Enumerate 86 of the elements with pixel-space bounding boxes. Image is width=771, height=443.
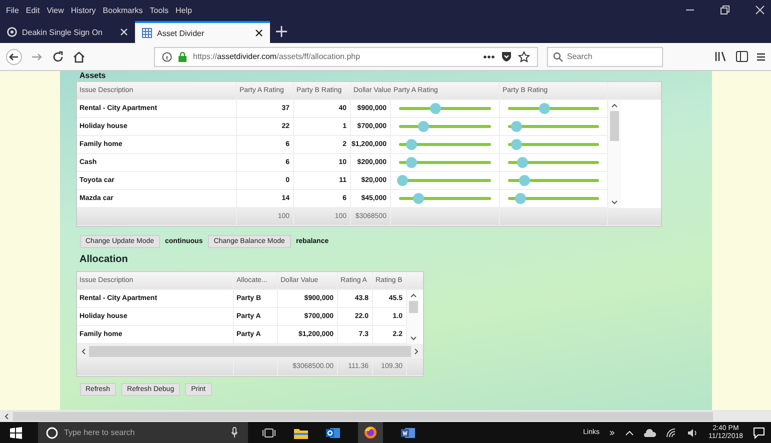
slider-thumb[interactable] bbox=[412, 193, 424, 204]
task-view-icon[interactable] bbox=[262, 428, 276, 438]
scroll-down-icon[interactable] bbox=[610, 200, 618, 205]
scroll-thumb[interactable] bbox=[610, 111, 618, 141]
slider-thumb[interactable] bbox=[539, 103, 550, 114]
restore-icon[interactable] bbox=[720, 5, 730, 15]
slider-thumb[interactable] bbox=[511, 139, 522, 150]
menu-item[interactable]: History bbox=[70, 6, 96, 14]
info-icon[interactable] bbox=[162, 52, 172, 62]
slider-thumb[interactable] bbox=[518, 175, 530, 186]
cloud-icon[interactable] bbox=[644, 428, 656, 436]
slider-thumb[interactable] bbox=[406, 157, 417, 168]
menu-item[interactable]: View bbox=[46, 6, 64, 14]
forward-icon[interactable] bbox=[31, 50, 43, 62]
browser-tab[interactable]: Deakin Single Sign On bbox=[0, 21, 135, 43]
rating-slider[interactable] bbox=[506, 139, 600, 150]
folder-icon[interactable] bbox=[294, 426, 308, 438]
shield-icon[interactable] bbox=[501, 51, 512, 62]
scroll-down-icon[interactable] bbox=[410, 336, 416, 341]
search-circle-icon bbox=[46, 426, 58, 438]
rating-slider[interactable] bbox=[506, 103, 600, 114]
rating-slider[interactable] bbox=[506, 121, 600, 132]
slider-thumb[interactable] bbox=[396, 175, 408, 186]
wifi-icon[interactable] bbox=[666, 428, 678, 438]
url-text: https://assetdivider.com/assets/ff/allocation.php bbox=[193, 52, 360, 61]
grid-icon bbox=[142, 28, 152, 38]
windows-icon[interactable] bbox=[10, 426, 22, 438]
chevron-icon[interactable] bbox=[609, 430, 616, 436]
slider-thumb[interactable] bbox=[517, 157, 528, 168]
close-icon[interactable] bbox=[255, 29, 263, 37]
home-icon[interactable] bbox=[73, 50, 85, 62]
scroll-right-icon[interactable] bbox=[414, 348, 418, 354]
rating-slider[interactable] bbox=[396, 157, 492, 168]
more-icon[interactable] bbox=[483, 54, 495, 58]
reload-icon[interactable] bbox=[52, 50, 64, 62]
document-app-icon[interactable] bbox=[401, 426, 415, 438]
library-icon[interactable] bbox=[715, 51, 727, 62]
microphone-icon[interactable] bbox=[231, 427, 238, 438]
rating-slider[interactable] bbox=[396, 175, 492, 186]
menu-item[interactable]: Edit bbox=[26, 6, 40, 14]
new-tab-icon[interactable] bbox=[276, 26, 287, 37]
globe-icon bbox=[7, 27, 17, 37]
section-heading: Assets bbox=[80, 71, 107, 81]
slider-thumb[interactable] bbox=[406, 139, 417, 150]
search-field[interactable]: Search bbox=[547, 46, 663, 66]
sidebar-icon[interactable] bbox=[736, 51, 748, 62]
mail-app-icon[interactable] bbox=[326, 426, 340, 438]
menu-item[interactable]: Help bbox=[175, 6, 192, 14]
slider-thumb[interactable] bbox=[510, 121, 522, 132]
caret-up-icon[interactable] bbox=[625, 430, 634, 436]
menu-item[interactable]: File bbox=[6, 6, 19, 14]
scroll-up-icon[interactable] bbox=[610, 103, 618, 108]
back-icon[interactable] bbox=[6, 48, 22, 64]
rating-slider[interactable] bbox=[506, 157, 600, 168]
rating-slider[interactable] bbox=[396, 193, 492, 204]
vertical-scrollbar[interactable] bbox=[608, 100, 620, 208]
scroll-up-icon[interactable] bbox=[410, 293, 416, 298]
menu-item[interactable]: Tools bbox=[150, 6, 168, 14]
taskbar-search-field[interactable]: Type here to search bbox=[38, 422, 248, 443]
section-heading: Allocation bbox=[80, 254, 129, 265]
browser-icon[interactable] bbox=[364, 426, 377, 439]
menu-item[interactable]: Bookmarks bbox=[102, 6, 143, 14]
rating-slider[interactable] bbox=[396, 103, 492, 114]
horizontal-scrollbar[interactable] bbox=[0, 410, 771, 422]
slider-thumb[interactable] bbox=[418, 121, 429, 132]
rating-slider[interactable] bbox=[396, 139, 492, 150]
browser-tab[interactable]: Asset Divider bbox=[135, 21, 270, 43]
menu-icon[interactable] bbox=[757, 52, 765, 62]
scroll-left-icon[interactable] bbox=[80, 348, 86, 354]
slider-thumb[interactable] bbox=[430, 103, 441, 114]
vertical-scrollbar[interactable] bbox=[406, 290, 420, 344]
rating-slider[interactable] bbox=[506, 175, 600, 186]
scroll-thumb[interactable] bbox=[13, 412, 713, 420]
address-bar[interactable]: https://assetdivider.com/assets/ff/allocation.php bbox=[154, 46, 538, 66]
scroll-left-icon[interactable] bbox=[4, 412, 9, 420]
notification-icon[interactable] bbox=[753, 426, 765, 438]
rating-slider[interactable] bbox=[506, 193, 600, 204]
scroll-thumb[interactable] bbox=[408, 301, 418, 313]
rating-slider[interactable] bbox=[396, 121, 492, 132]
slider-thumb[interactable] bbox=[514, 193, 526, 204]
lock-icon bbox=[178, 52, 187, 62]
scroll-thumb[interactable] bbox=[88, 346, 410, 356]
speaker-icon[interactable] bbox=[687, 428, 698, 438]
star-icon[interactable] bbox=[518, 50, 530, 62]
search-icon bbox=[553, 52, 563, 62]
horizontal-scrollbar[interactable] bbox=[76, 344, 422, 358]
